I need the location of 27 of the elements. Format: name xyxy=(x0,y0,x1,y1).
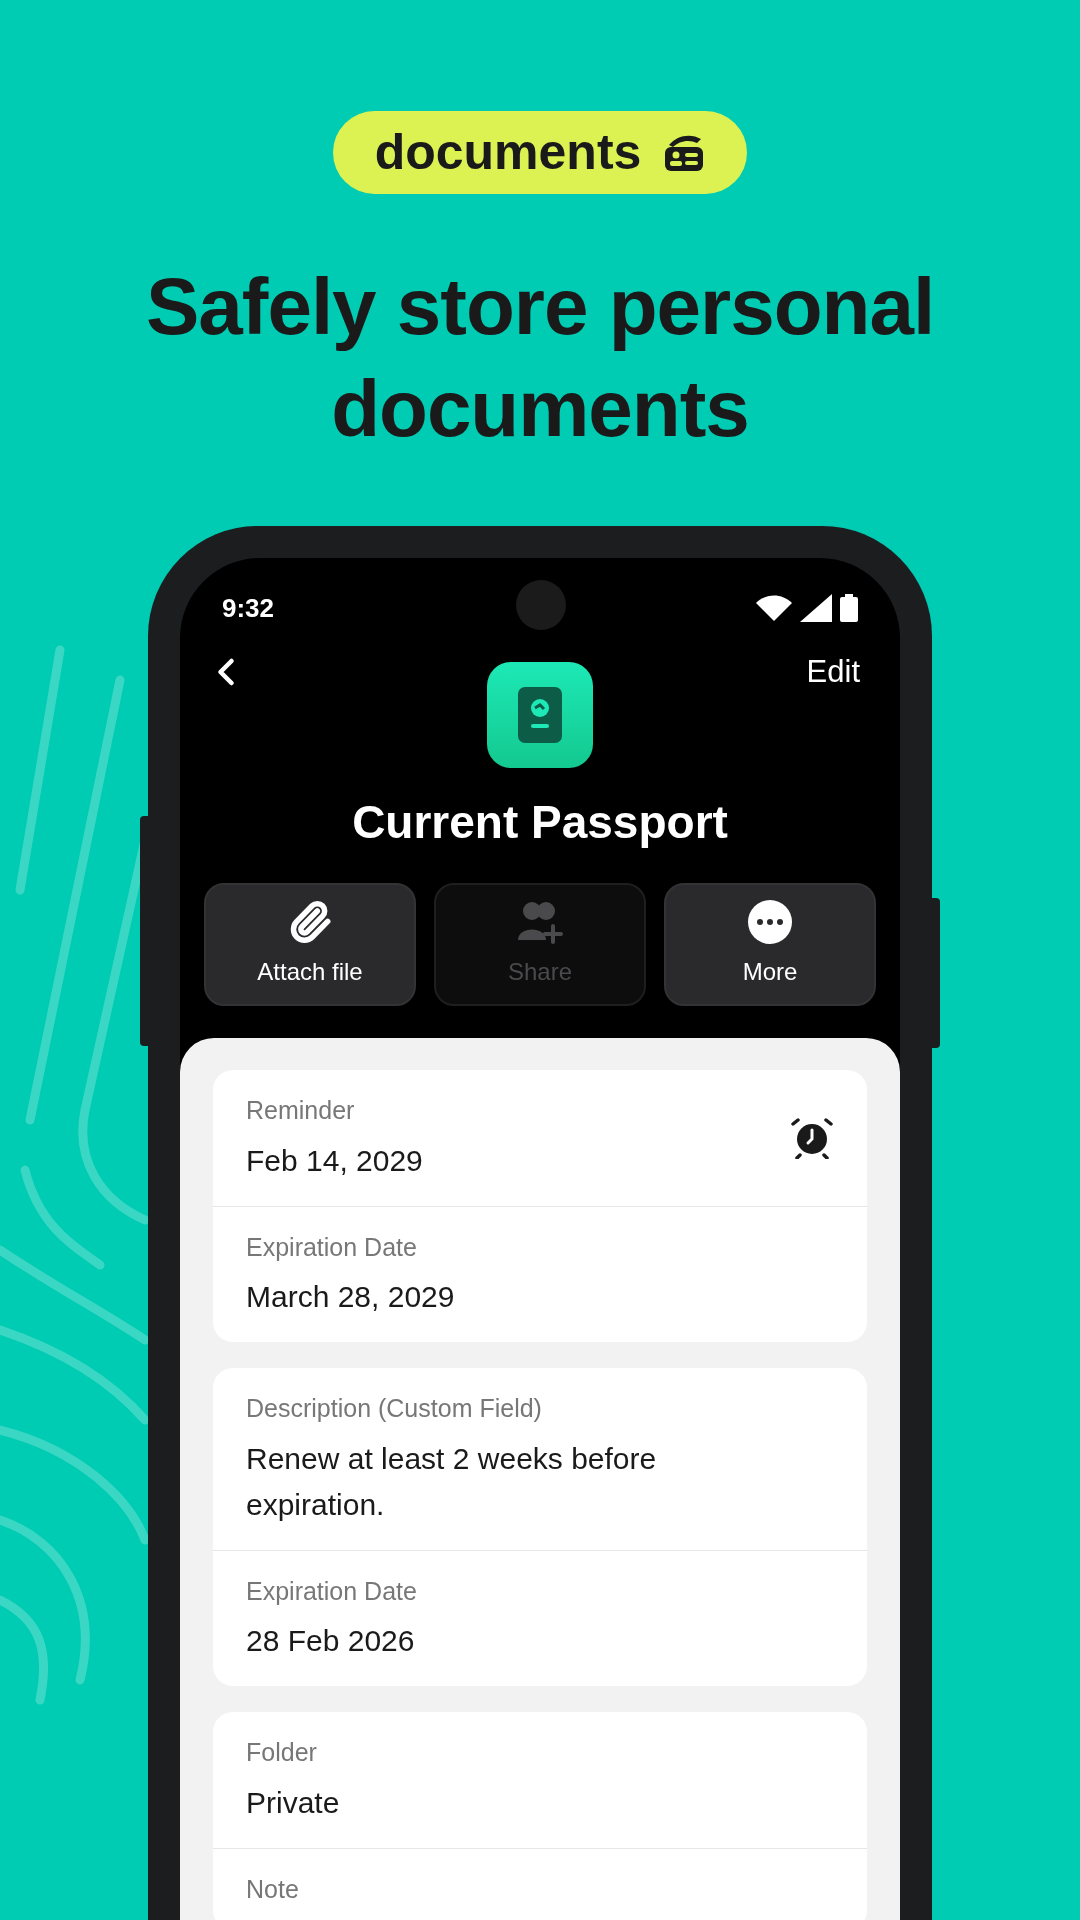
status-time: 9:32 xyxy=(222,591,275,625)
field-label: Expiration Date xyxy=(246,1231,418,1263)
field-value: March 28, 2029 xyxy=(246,1279,456,1315)
field-value: Private xyxy=(246,1784,341,1821)
field-label: Reminder xyxy=(246,1095,356,1126)
paperclip-icon xyxy=(288,899,332,944)
add-people-icon xyxy=(517,899,563,944)
signal-icon xyxy=(800,594,832,622)
field-value: 28 Feb 2026 xyxy=(246,1623,416,1659)
action-button[interactable]: More xyxy=(664,883,876,1006)
alarm-clock-icon xyxy=(790,1116,834,1159)
category-badge: documents xyxy=(332,111,748,194)
battery-icon xyxy=(840,594,858,622)
field-label: Expiration Date xyxy=(246,1575,418,1607)
wifi-icon xyxy=(756,595,792,621)
field-label: Description (Custom Field) xyxy=(246,1393,543,1424)
edit-button[interactable]: Edit xyxy=(806,648,876,696)
field-value: Renew at least 2 weeks before expiration. xyxy=(246,1440,658,1523)
field-label: Note xyxy=(246,1873,300,1905)
headline: Safely store personal documents xyxy=(144,261,936,455)
passport-app-icon xyxy=(487,662,593,768)
action-button[interactable]: Attach file xyxy=(204,883,416,1006)
document-title: Current Passport xyxy=(352,795,728,850)
more-icon xyxy=(748,899,792,944)
camera-hole xyxy=(516,580,566,630)
field-label: Folder xyxy=(246,1737,318,1768)
field-value: Feb 14, 2029 xyxy=(246,1142,424,1179)
